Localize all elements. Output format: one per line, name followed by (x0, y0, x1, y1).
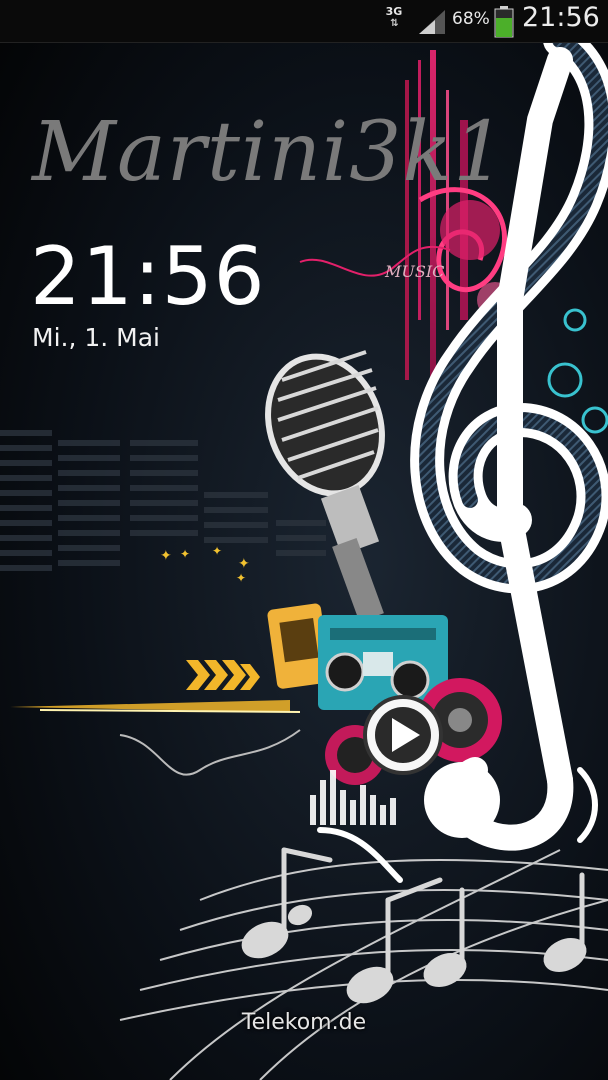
svg-text:✦: ✦ (238, 556, 250, 572)
battery-icon (494, 6, 514, 38)
status-bar[interactable]: 3G ⇅ 68% 21:56 (0, 0, 608, 43)
status-bar-clock: 21:56 (522, 2, 600, 33)
carrier-label: Telekom.de (241, 1010, 367, 1035)
network-type-indicator: 3G ⇅ (382, 6, 406, 36)
data-activity-icon: ⇅ (390, 18, 398, 29)
svg-text:✦: ✦ (180, 547, 190, 561)
svg-text:✦: ✦ (236, 571, 246, 585)
battery-percent: 68% (452, 9, 490, 29)
signal-strength-icon (419, 10, 445, 34)
owner-info-text: Martini3k1 (32, 105, 507, 200)
svg-text:✦: ✦ (212, 544, 222, 558)
lock-screen[interactable]: MUSIC ✦ ✦ ✦ ✦ ✦ 3G ⇅ 68% 21:56 Martini3k… (0, 0, 608, 1080)
network-type-label: 3G (385, 5, 403, 18)
lockscreen-clock: 21:56 (30, 230, 266, 323)
lockscreen-date: Mi., 1. Mai (32, 323, 160, 352)
svg-text:✦: ✦ (160, 548, 172, 564)
svg-text:MUSIC: MUSIC (384, 262, 444, 281)
